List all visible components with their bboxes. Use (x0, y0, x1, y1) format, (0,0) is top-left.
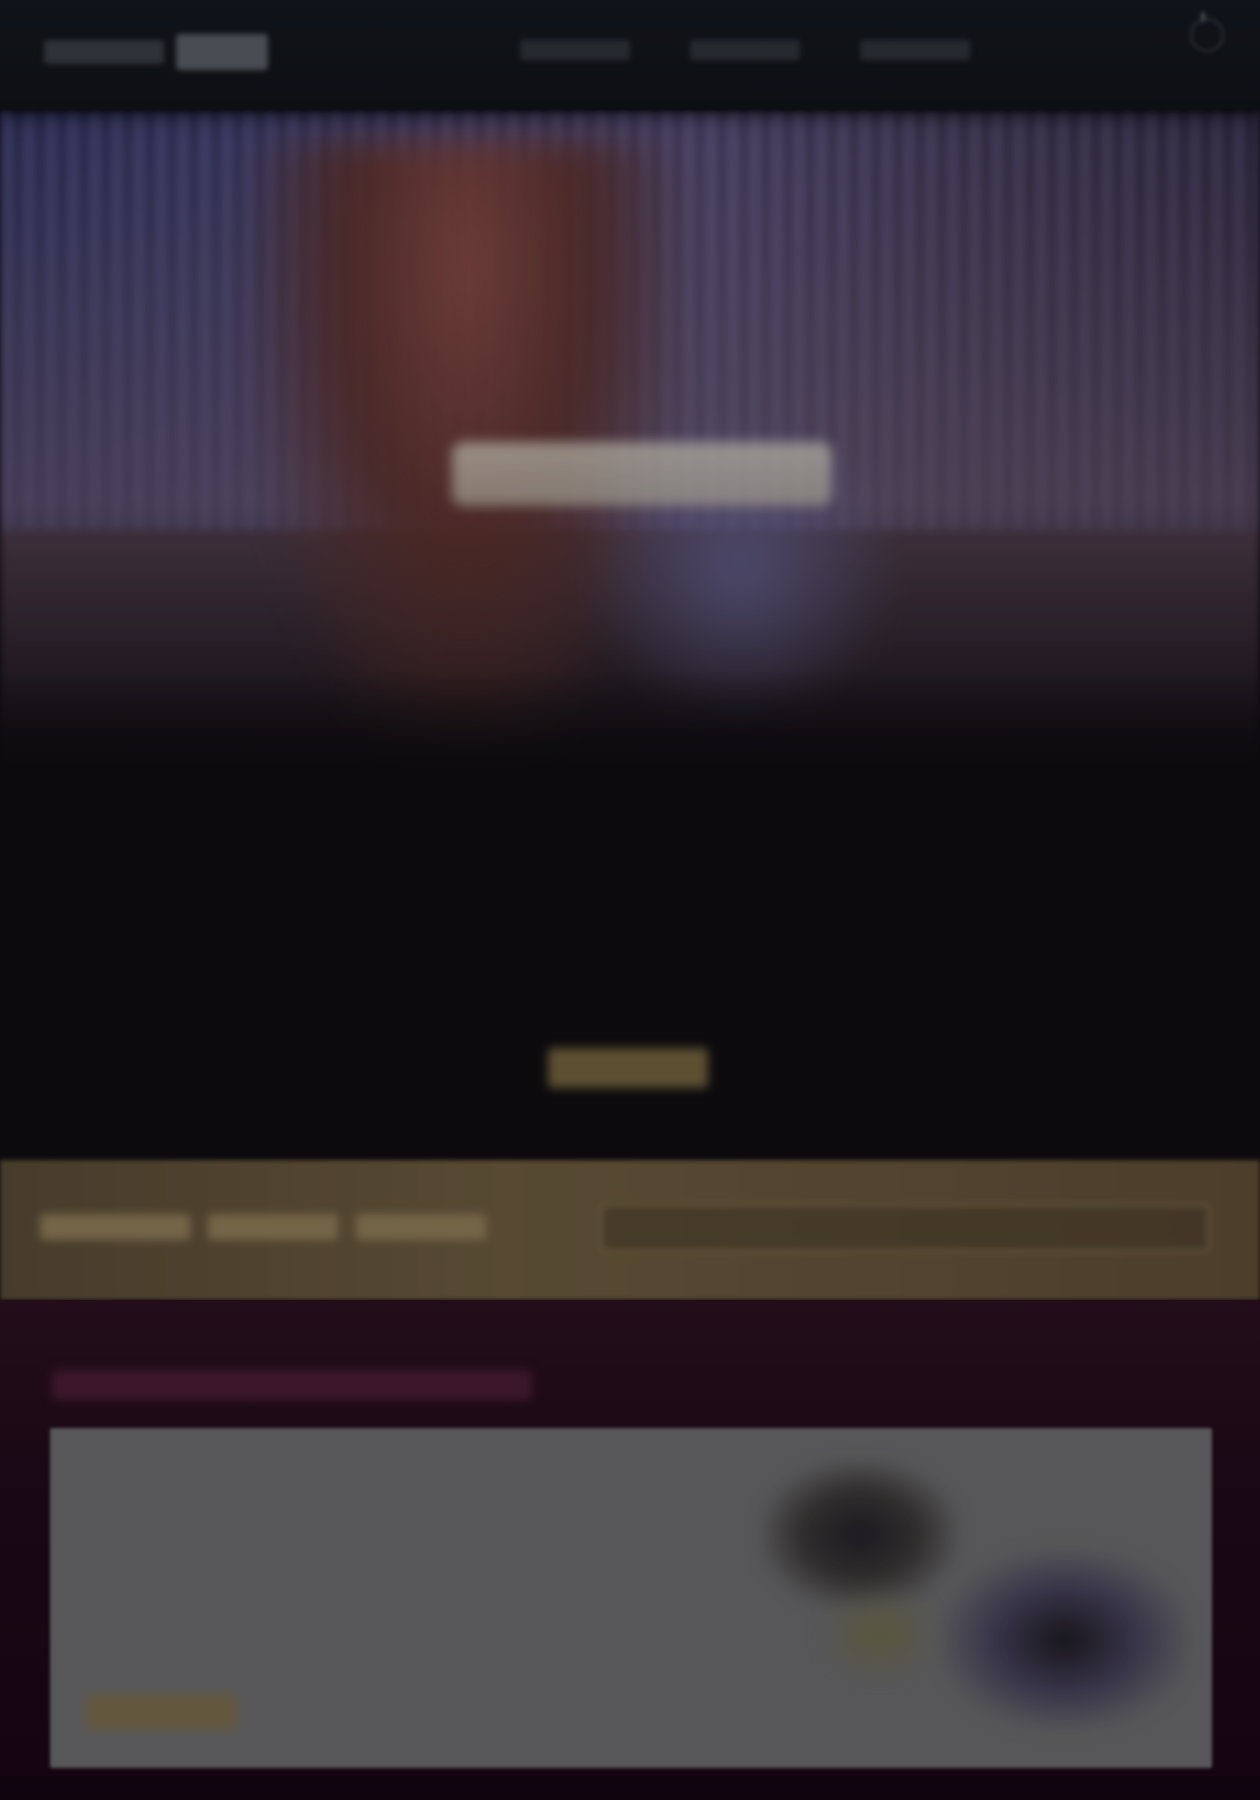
featured-section (0, 1300, 1260, 1800)
site-header (0, 0, 1260, 110)
main-nav (520, 40, 970, 60)
band-heading (40, 1210, 540, 1244)
nav-item-2[interactable] (690, 40, 800, 60)
logo-wordmark (176, 34, 268, 70)
product-image-1[interactable] (760, 1460, 960, 1610)
nav-item-3[interactable] (860, 40, 970, 60)
hero-section (0, 110, 1260, 1160)
section-bottom-edge (0, 1776, 1260, 1800)
band-heading-word-2 (208, 1214, 338, 1240)
band-heading-word-1 (40, 1214, 190, 1240)
account-icon[interactable] (1190, 12, 1224, 52)
nav-item-1[interactable] (520, 40, 630, 60)
hero-cta-button[interactable] (548, 1048, 708, 1088)
featured-card-button[interactable] (86, 1694, 238, 1730)
logo-mark (44, 40, 164, 64)
product-image-3 (820, 1590, 940, 1680)
featured-heading (52, 1370, 532, 1400)
product-image-2[interactable] (940, 1550, 1190, 1730)
newsletter-band (0, 1160, 1260, 1300)
band-heading-word-3 (356, 1214, 486, 1240)
email-input[interactable] (600, 1204, 1210, 1252)
hero-badge (452, 442, 832, 506)
site-logo[interactable] (44, 32, 270, 74)
